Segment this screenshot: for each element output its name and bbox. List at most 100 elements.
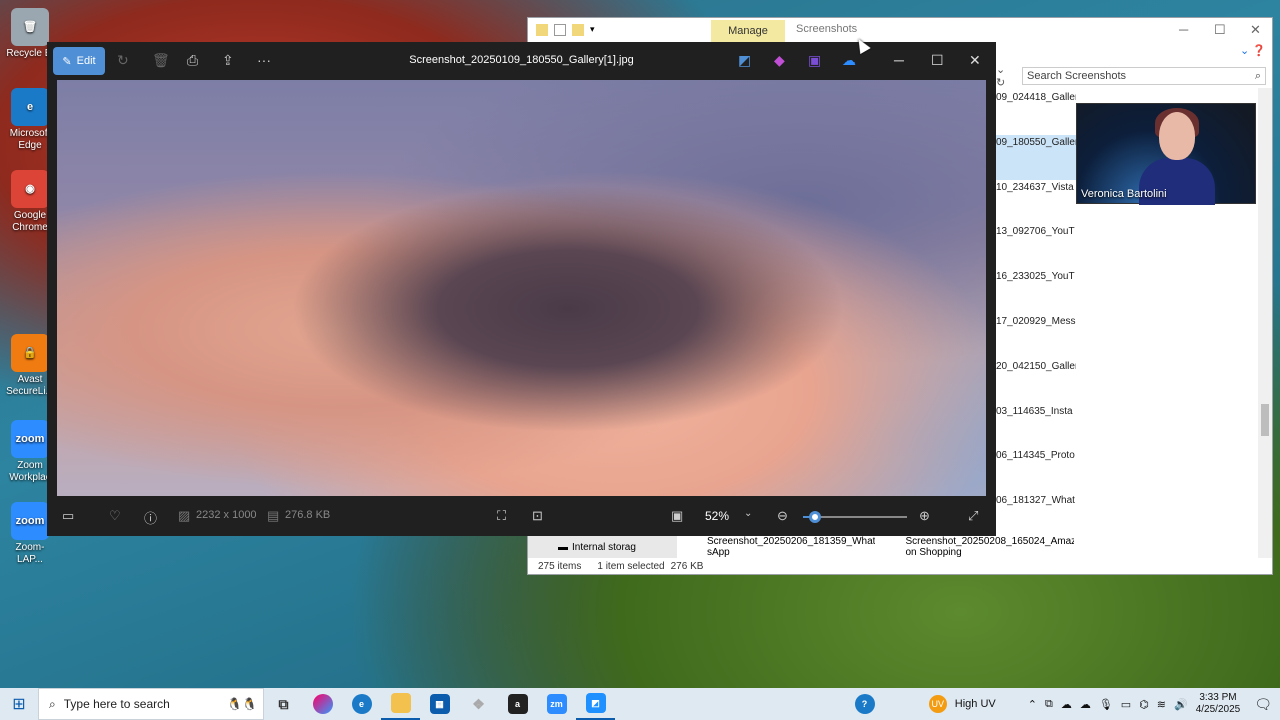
- participant-face: [1159, 112, 1195, 160]
- zoom-slider-handle[interactable]: [809, 511, 822, 523]
- wifi-icon[interactable]: ≋: [1157, 698, 1166, 711]
- file-list-item[interactable]: 09_024418_Galler: [996, 90, 1076, 135]
- selection-size: 276 KB: [670, 561, 704, 572]
- video-call-tile[interactable]: Veronica Bartolini: [1076, 103, 1256, 205]
- onedrive-icon[interactable]: ☁: [842, 52, 856, 69]
- filmstrip-icon[interactable]: ▭: [62, 508, 74, 524]
- close-icon[interactable]: ✕: [1250, 22, 1261, 38]
- maximize-icon[interactable]: ☐: [1214, 22, 1226, 38]
- desktop-app-icon: 🗑: [11, 8, 49, 46]
- photos-bottom-bar: ▭ ♡ ⓘ ▨ 2232 x 1000 ▤ 276.8 KB ⛶ ⊡ ▣ 52%…: [47, 496, 996, 536]
- store-icon[interactable]: ▦: [420, 688, 459, 720]
- file-size: 276.8 KB: [285, 509, 331, 521]
- system-tray: UV High UV ⌃ ⧉ ☁ ☁ 🎙 ▭ ⌬ ≋ 🔊 3:33 PM 4/2…: [928, 688, 1280, 720]
- file-list-item[interactable]: 13_092706_YouT: [996, 224, 1076, 269]
- photos-icon[interactable]: ◩: [576, 688, 615, 720]
- manage-tab[interactable]: Manage: [711, 20, 785, 42]
- text-scan-icon[interactable]: ⊡: [532, 508, 543, 524]
- search-icon: ⌕: [49, 696, 56, 711]
- battery-icon[interactable]: ▭: [1121, 698, 1131, 711]
- desktop-icon-label: Zoom-LAP...: [15, 542, 45, 565]
- minimize-icon[interactable]: ─: [894, 52, 904, 68]
- quick-access-toolbar: ▾: [528, 24, 602, 36]
- task-view-icon[interactable]: ⧉: [264, 688, 303, 720]
- penguins-icon: 🐧🐧: [227, 697, 257, 711]
- copilot-icon[interactable]: [303, 688, 342, 720]
- file-list-item[interactable]: 10_234637_Vista: [996, 180, 1076, 225]
- volume-icon[interactable]: 🔊: [1174, 698, 1188, 711]
- search-placeholder: Type here to search: [63, 697, 170, 711]
- search-placeholder: Search Screenshots: [1027, 70, 1127, 82]
- file-list-item[interactable]: 16_233025_YouT: [996, 269, 1076, 314]
- weather-text[interactable]: High UV: [955, 698, 996, 710]
- file-list-item[interactable]: 06_181327_What: [996, 493, 1076, 538]
- photos-toolbar: ✎ Edit ↻ 🗑 ⎙ ⇪ ··· Screenshot_20250109_1…: [47, 42, 996, 80]
- file-list-item[interactable]: 06_114345_Proto: [996, 448, 1076, 493]
- chevron-down-icon[interactable]: ▾: [590, 24, 602, 36]
- explorer-titlebar: ▾ Manage Screenshots ─ ☐ ✕: [528, 18, 1272, 42]
- minimize-icon[interactable]: ─: [1179, 22, 1188, 37]
- desktop-app-icon: e: [11, 88, 49, 126]
- file-list: 09_024418_Galler 09_180550_Galler 10_23463…: [996, 90, 1076, 538]
- zoom-level[interactable]: 52%: [705, 509, 729, 523]
- copilot-icon[interactable]: ◆: [774, 52, 785, 69]
- designer-icon[interactable]: ◩: [738, 52, 751, 69]
- notification-icon[interactable]: 🗨: [1254, 696, 1272, 713]
- amazon-icon[interactable]: a: [498, 688, 537, 720]
- zoom-out-icon[interactable]: ⊖: [777, 508, 788, 524]
- refresh-icon[interactable]: ⌄ ↻: [996, 63, 1016, 89]
- file-list-item[interactable]: 03_114635_Insta: [996, 404, 1076, 449]
- help-icon[interactable]: ?: [845, 688, 884, 720]
- onedrive-icon[interactable]: ☁: [1061, 698, 1072, 711]
- weather-icon[interactable]: UV: [928, 695, 947, 713]
- info-icon[interactable]: ⓘ: [144, 508, 157, 527]
- explorer-title: Screenshots: [796, 23, 858, 35]
- maximize-icon[interactable]: ☐: [931, 52, 944, 69]
- network-icon[interactable]: ⌬: [1139, 698, 1149, 711]
- search-input[interactable]: Search Screenshots ⌕: [1022, 67, 1266, 85]
- visual-search-icon[interactable]: ⛶: [497, 508, 506, 524]
- favorite-icon[interactable]: ♡: [109, 508, 121, 524]
- photo-canvas[interactable]: [57, 80, 986, 496]
- actual-size-icon[interactable]: ▣: [671, 508, 683, 524]
- file-explorer-icon[interactable]: [381, 688, 420, 720]
- zoom-in-icon[interactable]: ⊕: [919, 508, 930, 524]
- clipchamp-icon[interactable]: ▣: [808, 52, 821, 69]
- desktop-app-icon: zoom: [11, 420, 49, 458]
- desktop-app-icon: zoom: [11, 502, 49, 540]
- cloud-icon[interactable]: ☁: [1080, 698, 1091, 711]
- help-icon[interactable]: ⌄ ❓: [1240, 44, 1266, 57]
- zoom-icon[interactable]: zm: [537, 688, 576, 720]
- fullscreen-icon[interactable]: ⤢: [968, 508, 978, 524]
- taskbar-search[interactable]: ⌕ Type here to search 🐧🐧: [38, 688, 264, 720]
- windows-start-icon[interactable]: ⊞: [0, 688, 38, 720]
- scrollbar-thumb[interactable]: [1261, 404, 1269, 436]
- file-list-item[interactable]: 17_020929_Mess: [996, 314, 1076, 359]
- selection-count: 1 item selected: [597, 561, 665, 572]
- microphone-icon[interactable]: 🎙: [1099, 698, 1113, 711]
- clock-time: 3:33 PM: [1199, 692, 1237, 703]
- file-item[interactable]: Screenshot_20250208_165024_Amaz on Shopp…: [875, 536, 1074, 558]
- new-folder-icon[interactable]: [572, 24, 584, 36]
- edge-icon[interactable]: e: [342, 688, 381, 720]
- chevron-down-icon[interactable]: ⌄: [744, 508, 752, 519]
- search-icon: ⌕: [1254, 70, 1261, 82]
- file-list-item[interactable]: 09_180550_Galler: [996, 134, 1076, 180]
- drive-label: Internal storag: [572, 541, 636, 553]
- properties-icon[interactable]: [554, 24, 566, 36]
- meet-icon[interactable]: ⧉: [1045, 698, 1053, 711]
- scrollbar[interactable]: [1258, 88, 1272, 558]
- clock[interactable]: 3:33 PM 4/25/2025: [1196, 692, 1241, 716]
- clock-date: 4/25/2025: [1195, 704, 1241, 715]
- dropbox-icon[interactable]: ❖: [459, 688, 498, 720]
- desktop-app-icon: 🔒: [11, 334, 49, 372]
- file-list-item[interactable]: 20_042150_Galler: [996, 359, 1076, 404]
- drive-item[interactable]: ▬ Internal storag: [528, 536, 677, 558]
- address-row: ⌄ ↻ Search Screenshots ⌕: [996, 63, 1266, 89]
- zoom-slider[interactable]: [803, 511, 907, 523]
- folder-icon[interactable]: [536, 24, 548, 36]
- bottom-file-row: ▬ Internal storag Screenshot_20250206_18…: [528, 536, 1074, 558]
- close-icon[interactable]: ✕: [969, 52, 981, 69]
- chevron-up-icon[interactable]: ⌃: [1028, 698, 1037, 711]
- file-item[interactable]: Screenshot_20250206_181359_What sApp: [677, 536, 876, 558]
